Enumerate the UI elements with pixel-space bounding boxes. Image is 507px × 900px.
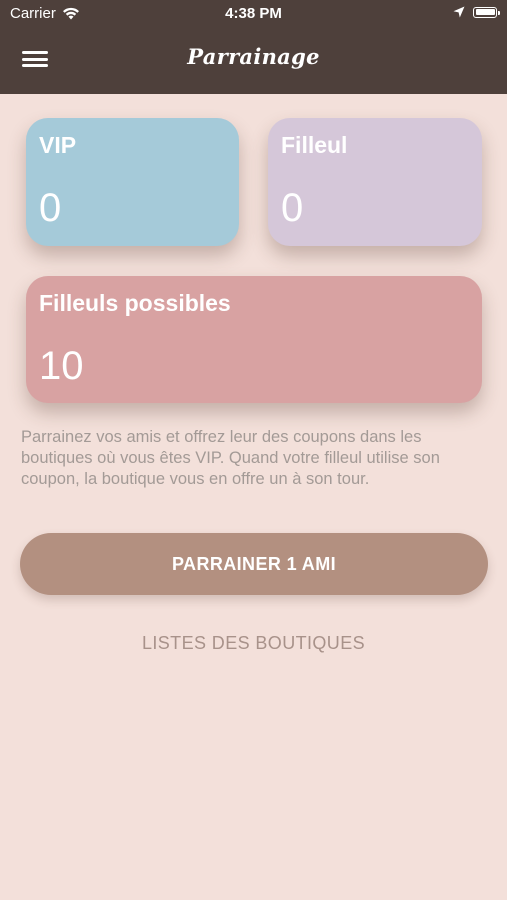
sponsor-friend-button[interactable]: PARRAINER 1 AMI: [20, 533, 488, 595]
filleul-card-value: 0: [281, 186, 304, 230]
possible-card-label: Filleuls possibles: [39, 290, 231, 316]
vip-count-card: VIP 0: [26, 118, 239, 246]
referral-info-text: Parrainez vos amis et offrez leur des co…: [21, 428, 440, 488]
filleul-card-label: Filleul: [281, 132, 348, 158]
filleul-count-card: Filleul 0: [268, 118, 482, 246]
page-title: Parrainage: [187, 44, 320, 69]
vip-card-value: 0: [39, 186, 62, 230]
status-indicators: [453, 6, 500, 18]
battery-icon: [473, 6, 500, 18]
location-arrow-icon: [453, 6, 465, 18]
vip-card-label: VIP: [39, 132, 77, 158]
navigation-bar: Carrier 4:38 PM Parrainage: [0, 0, 507, 94]
possible-card-value: 10: [39, 344, 84, 388]
status-bar: Carrier 4:38 PM: [0, 0, 507, 28]
possible-referrals-card: Filleuls possibles 10: [26, 276, 482, 403]
status-time: 4:38 PM: [225, 5, 282, 22]
shops-list-link[interactable]: LISTES DES BOUTIQUES: [0, 633, 507, 654]
